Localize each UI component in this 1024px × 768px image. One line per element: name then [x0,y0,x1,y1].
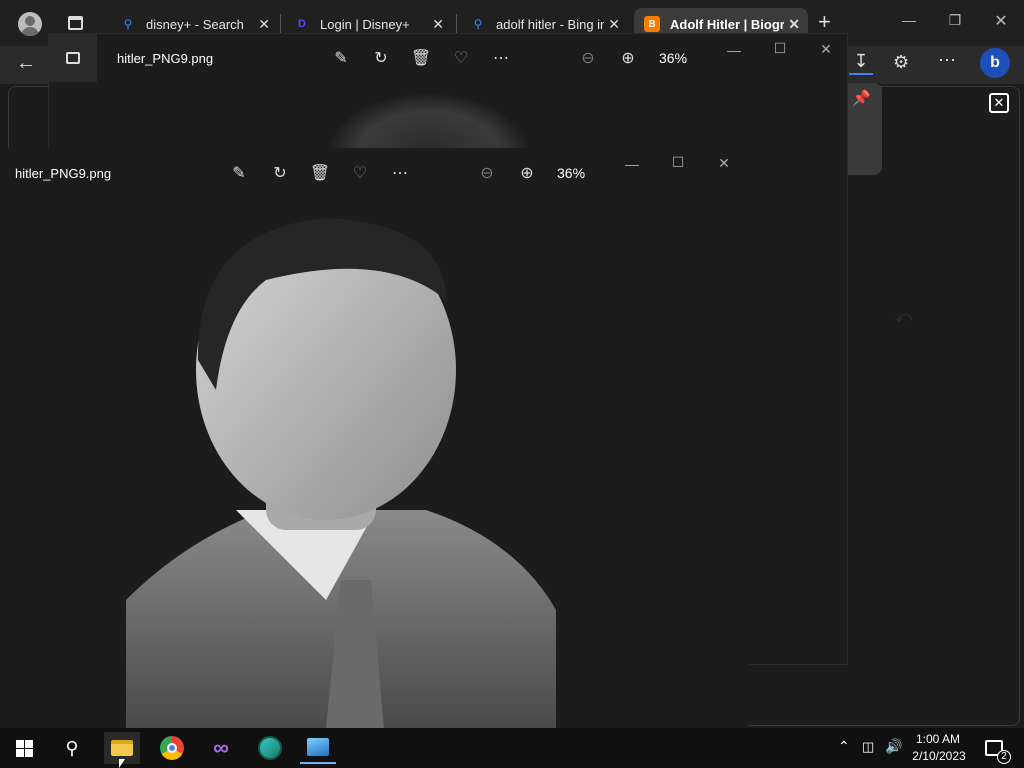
maximize-icon[interactable]: ☐ [666,154,690,171]
network-icon[interactable]: ◫ [862,739,874,755]
edit-image-icon[interactable]: ✎ [228,162,250,184]
volume-icon[interactable]: 🔊 [885,738,902,755]
photos-titlebar: hitler_PNG9.png ✎ ↻ 🗑 ♡ ⋯ ⊖ ⊕ 36% — ☐ ✕ [0,148,748,198]
tab-label: Adolf Hitler | Biogr [670,16,785,32]
chrome-icon[interactable] [154,732,190,764]
rotate-icon[interactable]: ↻ [370,47,392,69]
start-windows-icon[interactable] [6,732,42,764]
mouse-cursor-icon [119,759,125,768]
notification-count: 2 [997,750,1011,764]
photos-app-icon [49,34,97,82]
photos-app-icon[interactable] [300,732,336,764]
close-icon[interactable]: ✕ [604,15,620,33]
zoom-out-icon[interactable]: ⊖ [577,47,599,69]
photos-filename: hitler_PNG9.png [15,166,112,181]
zoom-level: 36% [557,165,586,181]
blogger-icon: B [644,16,660,32]
portrait-photo-back [329,94,529,154]
edge-dev-icon[interactable] [252,732,288,764]
back-arrow-icon[interactable]: ← [16,52,36,75]
tab-separator [280,14,281,34]
share-icon[interactable]: ⤺ [895,309,912,327]
new-tab-button[interactable]: + [818,9,831,35]
portrait-placeholder-svg [126,218,556,728]
minimize-icon[interactable]: — [894,12,924,28]
search-icon: ⚲ [123,17,133,31]
visual-studio-icon[interactable]: ∞ [203,732,239,764]
zoom-in-icon[interactable]: ⊕ [617,47,639,69]
restore-icon[interactable]: ❐ [940,12,970,29]
rotate-icon[interactable]: ↻ [269,162,291,184]
page-popup-panel: 📌 [844,83,882,175]
profile-avatar[interactable] [18,12,42,36]
minimize-icon[interactable]: — [620,156,644,172]
favorite-heart-icon[interactable]: ♡ [349,162,371,184]
tab-label: adolf hitler - Bing in [496,16,608,32]
favorite-heart-icon[interactable]: ♡ [450,47,472,69]
delete-icon[interactable]: 🗑 [410,47,432,69]
maximize-icon[interactable]: ☐ [768,40,792,57]
search-icon: ⚲ [473,17,483,31]
clock-date[interactable]: 2/10/2023 [908,749,970,763]
edit-image-icon[interactable]: ✎ [330,47,352,69]
more-options-icon[interactable]: ⋯ [389,162,411,184]
delete-icon[interactable]: 🗑 [309,162,331,184]
tab-label: Login | Disney+ [320,16,410,32]
photos-filename: hitler_PNG9.png [117,51,214,66]
tab-actions-icon[interactable] [68,16,83,30]
close-icon[interactable]: ✕ [712,155,736,172]
portrait-photo [126,210,556,728]
zoom-out-icon[interactable]: ⊖ [476,162,498,184]
more-options-icon[interactable]: ⋯ [938,50,956,71]
close-icon[interactable]: ✕ [986,11,1016,31]
tab-separator [456,14,457,34]
photos-titlebar: hitler_PNG9.png ✎ ↻ 🗑 ♡ ⋯ ⊖ ⊕ 36% — ☐ ✕ [49,34,847,84]
clock-time[interactable]: 1:00 AM [910,732,966,746]
close-icon[interactable]: ✕ [258,16,270,33]
tab-label: disney+ - Search [146,16,244,32]
more-options-icon[interactable]: ⋯ [490,47,512,69]
extensions-icon[interactable]: ⚙ [893,52,909,73]
disney-icon: D [298,18,306,30]
close-icon[interactable]: ✕ [814,41,838,58]
bing-chat-icon[interactable]: b [980,48,1010,78]
zoom-level: 36% [659,50,688,66]
chevron-up-icon[interactable]: ⌃ [838,738,850,755]
pin-icon[interactable]: 📌 [852,89,871,107]
minimize-icon[interactable]: — [722,42,746,58]
close-icon[interactable]: ✕ [784,15,800,33]
download-icon[interactable]: ↧ [849,51,873,75]
windows-taskbar: ⚲ ∞ ⌃ ◫ 🔊 1:00 AM 2/10/2023 2 [0,728,1024,768]
zoom-in-icon[interactable]: ⊕ [516,162,538,184]
close-icon[interactable]: ✕ [432,16,444,33]
notifications-icon[interactable]: 2 [976,732,1012,764]
search-icon[interactable]: ⚲ [54,732,90,764]
sidebar-close-icon[interactable]: ✕ [989,93,1009,113]
